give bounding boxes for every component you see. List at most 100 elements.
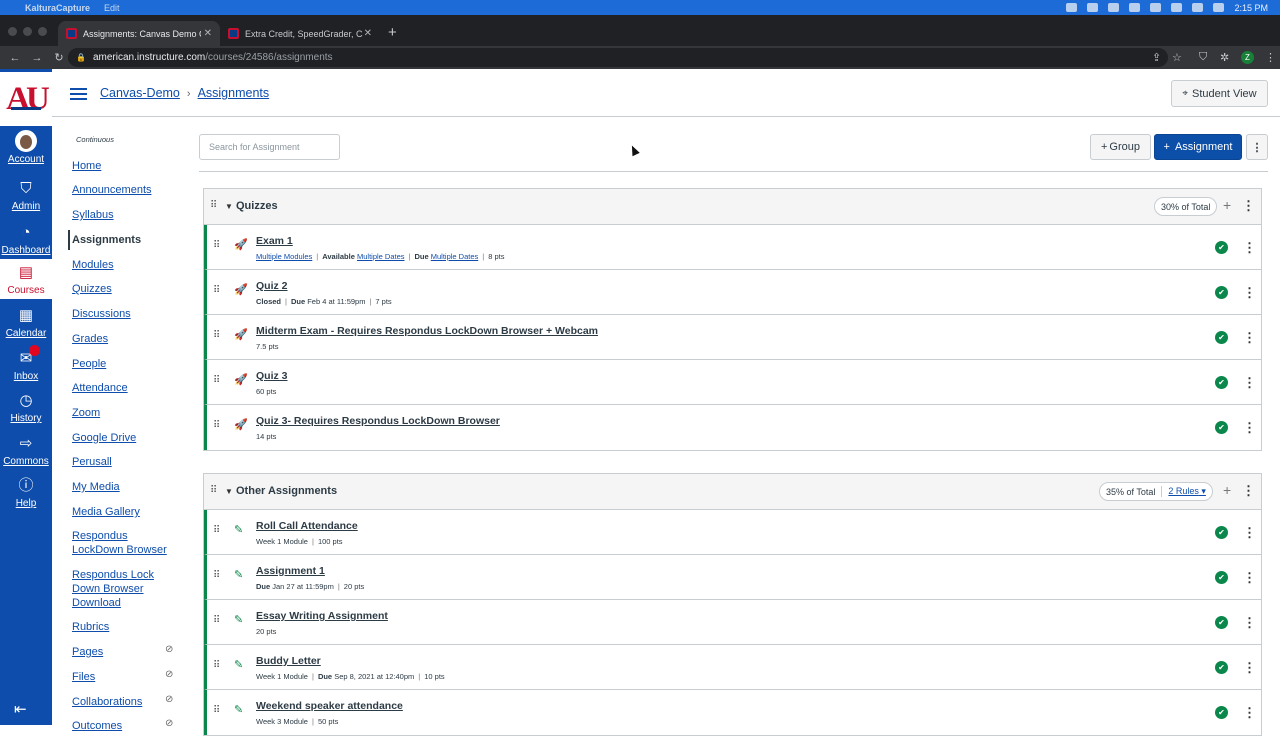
status-icon[interactable] [1129,3,1141,12]
drag-handle-icon[interactable]: ⠿ [213,660,220,671]
status-icon[interactable] [1087,3,1099,12]
profile-avatar[interactable]: Z [1241,51,1254,64]
settings-kebab-button[interactable]: ⋮ [1246,134,1268,160]
row-kebab-icon[interactable]: ⋮ [1243,570,1256,586]
add-assignment-button[interactable]: + Assignment [1154,134,1242,160]
course-nav-modules[interactable]: Modules [72,258,182,272]
row-kebab-icon[interactable]: ⋮ [1243,420,1256,436]
search-input[interactable]: Search for Assignment [199,134,340,160]
published-check-icon[interactable]: ✔ [1215,286,1228,299]
course-nav-people[interactable]: People [72,357,182,371]
course-nav-grades[interactable]: Grades [72,332,182,346]
row-kebab-icon[interactable]: ⋮ [1243,330,1256,346]
published-check-icon[interactable]: ✔ [1215,571,1228,584]
course-nav-perusall[interactable]: Perusall [72,455,182,469]
assignment-title-link[interactable]: Midterm Exam - Requires Respondus LockDo… [256,325,598,337]
published-check-icon[interactable]: ✔ [1215,661,1228,674]
hamburger-menu-icon[interactable] [70,88,87,100]
assignment-title-link[interactable]: Quiz 2 [256,280,288,292]
published-check-icon[interactable]: ✔ [1215,331,1228,344]
drag-handle-icon[interactable]: ⠿ [213,420,220,431]
extensions-puzzle-icon[interactable]: ✲ [1220,51,1229,64]
course-nav-zoom[interactable]: Zoom [72,406,182,420]
window-close-button[interactable] [8,27,17,36]
course-nav-syllabus[interactable]: Syllabus [72,208,182,222]
share-icon[interactable]: ⇪ [1152,51,1161,64]
drag-handle-icon[interactable]: ⠿ [213,705,220,716]
course-nav-announcements[interactable]: Announcements [72,183,182,197]
published-check-icon[interactable]: ✔ [1215,706,1228,719]
window-minimize-button[interactable] [23,27,32,36]
add-group-button[interactable]: + Group [1090,134,1151,160]
course-nav-assignments[interactable]: Assignments [72,233,182,247]
published-check-icon[interactable]: ✔ [1215,526,1228,539]
status-icon[interactable] [1108,3,1120,12]
add-to-group-icon[interactable]: + [1223,197,1231,213]
add-to-group-icon[interactable]: + [1223,482,1231,498]
assignment-title-link[interactable]: Roll Call Attendance [256,520,358,532]
forward-icon[interactable]: → [30,52,44,64]
collapse-nav-icon[interactable]: ⇤ [14,700,27,718]
course-nav-respondus-download[interactable]: Respondus Lock Down Browser Download [72,568,162,610]
edit-menu[interactable]: Edit [104,3,120,13]
published-check-icon[interactable]: ✔ [1215,616,1228,629]
course-nav-rubrics[interactable]: Rubrics [72,620,182,634]
global-nav-account[interactable]: Account [0,130,52,165]
address-bar[interactable]: 🔒 american.instructure.com/courses/24586… [68,48,1168,67]
drag-handle-icon[interactable]: ⠿ [213,240,220,251]
row-kebab-icon[interactable]: ⋮ [1243,525,1256,541]
drag-handle-icon[interactable]: ⠿ [210,200,217,211]
reload-icon[interactable]: ↻ [52,51,66,64]
published-check-icon[interactable]: ✔ [1215,241,1228,254]
back-icon[interactable]: ← [8,52,22,64]
assignment-title-link[interactable]: Quiz 3- Requires Respondus LockDown Brow… [256,415,500,427]
row-kebab-icon[interactable]: ⋮ [1243,240,1256,256]
bookmark-star-icon[interactable]: ☆ [1172,51,1182,64]
published-check-icon[interactable]: ✔ [1215,376,1228,389]
global-nav-courses[interactable]: ▤ Courses [0,259,52,299]
drag-handle-icon[interactable]: ⠿ [213,570,220,581]
course-nav-my-media[interactable]: My Media [72,480,182,494]
row-kebab-icon[interactable]: ⋮ [1243,615,1256,631]
search-icon[interactable] [1192,3,1204,12]
course-nav-quizzes[interactable]: Quizzes [72,282,182,296]
close-tab-icon[interactable]: ✕ [204,28,212,39]
row-kebab-icon[interactable]: ⋮ [1243,375,1256,391]
global-nav-inbox[interactable]: ✉ Inbox [0,345,52,382]
breadcrumb-page-link[interactable]: Assignments [198,86,270,100]
global-nav-history[interactable]: ◷ History [0,391,52,424]
published-check-icon[interactable]: ✔ [1215,421,1228,434]
meta-link[interactable]: Multiple Dates [431,252,479,261]
wifi-icon[interactable] [1171,3,1183,12]
assignment-group-header[interactable]: ⠿ ▼ Quizzes 30% of Total + ⋮ [204,189,1261,225]
assignment-title-link[interactable]: Buddy Letter [256,655,321,667]
app-menu[interactable]: KalturaCapture [25,3,90,13]
course-nav-home[interactable]: Home [72,159,182,173]
course-nav-discussions[interactable]: Discussions [72,307,182,321]
status-icon[interactable] [1150,3,1162,12]
course-nav-attendance[interactable]: Attendance [72,381,182,395]
new-tab-icon[interactable]: + [388,24,397,41]
assignment-title-link[interactable]: Exam 1 [256,235,293,247]
group-rules-link[interactable]: 2 Rules ▾ [1161,486,1206,497]
control-center-icon[interactable] [1213,3,1225,12]
group-kebab-icon[interactable]: ⋮ [1242,198,1255,214]
assignment-title-link[interactable]: Assignment 1 [256,565,325,577]
browser-menu-icon[interactable]: ⋮ [1265,51,1276,64]
drag-handle-icon[interactable]: ⠿ [210,485,217,496]
caret-down-icon[interactable]: ▼ [225,487,233,496]
status-icon[interactable] [1066,3,1078,12]
global-nav-commons[interactable]: ⇨ Commons [0,434,52,467]
row-kebab-icon[interactable]: ⋮ [1243,705,1256,721]
drag-handle-icon[interactable]: ⠿ [213,615,220,626]
meta-link[interactable]: Multiple Modules [256,252,312,261]
global-nav-admin[interactable]: ⛉ Admin [0,179,52,212]
drag-handle-icon[interactable]: ⠿ [213,375,220,386]
extension-shield-icon[interactable]: ⛉ [1199,51,1207,64]
drag-handle-icon[interactable]: ⠿ [213,330,220,341]
row-kebab-icon[interactable]: ⋮ [1243,660,1256,676]
browser-tab[interactable]: Extra Credit, SpeedGrader, Ca ✕ [220,21,380,46]
browser-tab-active[interactable]: Assignments: Canvas Demo Co ✕ [58,21,220,46]
global-nav-calendar[interactable]: ▦ Calendar [0,306,52,339]
global-nav-dashboard[interactable]: ◔ Dashboard [0,223,52,256]
